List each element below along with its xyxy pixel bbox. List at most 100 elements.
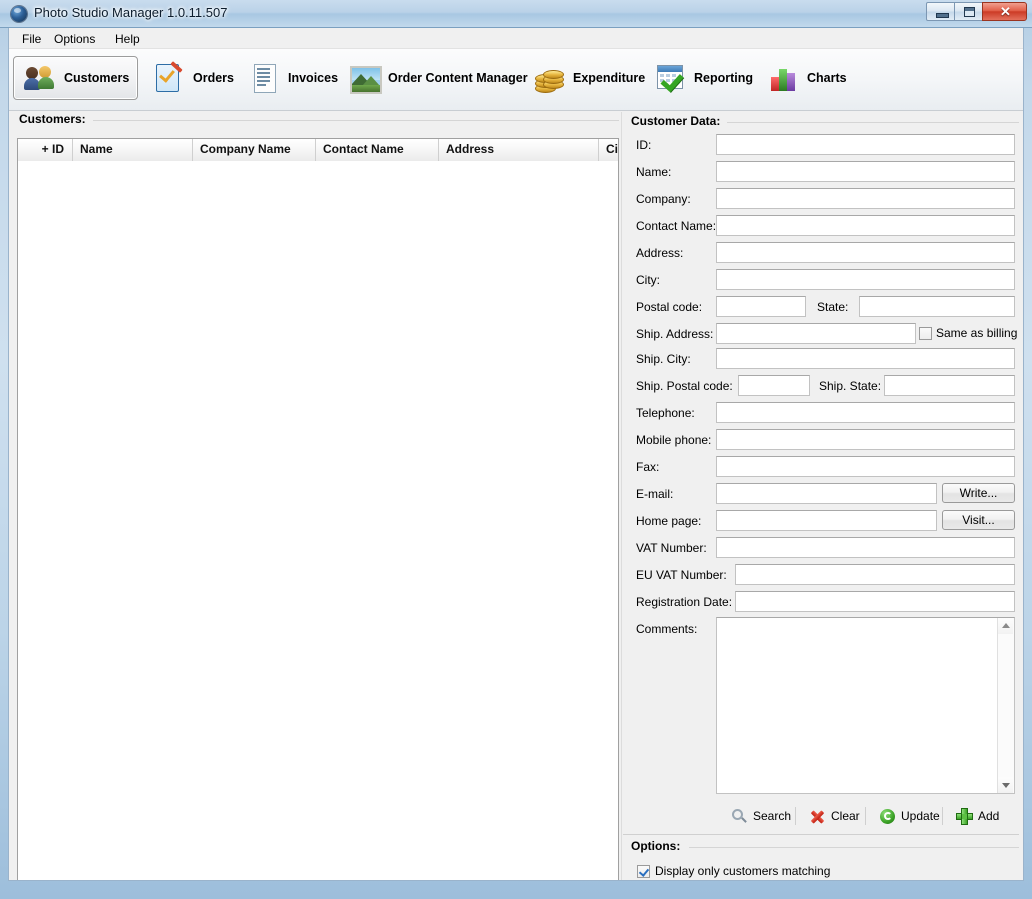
toolbar-button-expenditure[interactable]: Expenditure <box>522 56 646 100</box>
grid-caption-divider <box>93 120 619 121</box>
minimize-icon <box>936 13 949 18</box>
customer-action-bar: Search Clear Update Add <box>713 804 1019 830</box>
input-mobile-phone[interactable] <box>716 429 1015 450</box>
scroll-up-arrow-icon[interactable] <box>998 618 1013 634</box>
camera-lens-icon <box>11 6 27 22</box>
input-vat-number[interactable] <box>716 537 1015 558</box>
input-contact-name[interactable] <box>716 215 1015 236</box>
input-home-page[interactable] <box>716 510 937 531</box>
main-toolbar: Customers Orders Invoices Order Content … <box>9 49 1023 111</box>
green-refresh-icon <box>879 808 896 825</box>
label-company: Company: <box>636 192 691 206</box>
toolbar-label-expenditure: Expenditure <box>573 71 646 85</box>
label-registration-date: Registration Date: <box>636 595 733 609</box>
scroll-down-arrow-icon[interactable] <box>998 777 1013 793</box>
input-fax[interactable] <box>716 456 1015 477</box>
update-button[interactable]: Update <box>875 804 944 828</box>
maximize-icon <box>964 7 975 17</box>
action-separator-1 <box>795 807 796 825</box>
client-area: File Options Help Customers Orders Invoi… <box>8 28 1024 881</box>
input-city[interactable] <box>716 269 1015 290</box>
minimize-button[interactable] <box>926 2 955 21</box>
label-city: City: <box>636 273 660 287</box>
clipboard-check-pen-icon <box>153 61 185 94</box>
input-address[interactable] <box>716 242 1015 263</box>
add-button[interactable]: Add <box>952 804 1003 828</box>
input-telephone[interactable] <box>716 402 1015 423</box>
column-header-id[interactable]: + ID <box>18 139 73 161</box>
toolbar-button-order-content-manager[interactable]: Order Content Manager <box>337 56 528 100</box>
input-ship-state[interactable] <box>884 375 1015 396</box>
menu-item-file[interactable]: File <box>17 31 46 47</box>
customer-data-caption: Customer Data: <box>631 114 721 128</box>
label-ship-state: Ship. State: <box>819 379 882 393</box>
toolbar-label-invoices: Invoices <box>288 71 339 85</box>
action-separator-3 <box>942 807 943 825</box>
bar-chart-icon <box>767 62 799 94</box>
search-button[interactable]: Search <box>727 804 795 828</box>
menu-item-help[interactable]: Help <box>110 31 145 47</box>
customers-table[interactable]: + ID Name Company Name Contact Name Addr… <box>17 138 619 880</box>
input-id[interactable] <box>716 134 1015 155</box>
customers-table-body[interactable] <box>18 161 618 880</box>
application-window: Photo Studio Manager 1.0.11.507 ✕ File O… <box>0 0 1032 899</box>
action-separator-2 <box>865 807 866 825</box>
label-eu-vat-number: EU VAT Number: <box>636 568 727 582</box>
column-header-company-name[interactable]: Company Name <box>193 139 316 161</box>
input-registration-date[interactable] <box>735 591 1015 612</box>
customers-grid-panel: Customers: + ID Name Company Name Contac… <box>13 112 619 880</box>
input-company[interactable] <box>716 188 1015 209</box>
write-email-button[interactable]: Write... <box>942 483 1015 503</box>
column-header-address[interactable]: Address <box>439 139 599 161</box>
checkbox-display-only-matching[interactable] <box>637 865 650 878</box>
label-home-page: Home page: <box>636 514 702 528</box>
toolbar-button-invoices[interactable]: Invoices <box>237 56 339 100</box>
toolbar-button-orders[interactable]: Orders <box>142 56 234 100</box>
maximize-button[interactable] <box>954 2 983 21</box>
label-state: State: <box>817 300 849 314</box>
comments-vertical-scrollbar[interactable] <box>997 618 1014 793</box>
input-eu-vat-number[interactable] <box>735 564 1015 585</box>
toolbar-label-order-content-manager: Order Content Manager <box>388 71 528 85</box>
label-fax: Fax: <box>636 460 660 474</box>
label-vat-number: VAT Number: <box>636 541 707 555</box>
input-name[interactable] <box>716 161 1015 182</box>
label-ship-city: Ship. City: <box>636 352 691 366</box>
label-display-only-matching: Display only customers matching <box>655 864 831 878</box>
comments-container <box>716 617 1015 794</box>
title-bar: Photo Studio Manager 1.0.11.507 ✕ <box>0 0 1032 28</box>
green-plus-icon <box>956 807 973 825</box>
toolbar-label-customers: Customers <box>64 71 130 85</box>
add-button-label: Add <box>978 809 1000 823</box>
checkbox-same-as-billing[interactable] <box>919 327 932 340</box>
label-email: E-mail: <box>636 487 674 501</box>
options-section-divider <box>623 834 1019 835</box>
input-state[interactable] <box>859 296 1015 317</box>
options-caption: Options: <box>631 839 681 853</box>
input-ship-city[interactable] <box>716 348 1015 369</box>
document-lines-icon <box>248 62 280 94</box>
update-button-label: Update <box>901 809 940 823</box>
input-email[interactable] <box>716 483 937 504</box>
visit-home-page-button[interactable]: Visit... <box>942 510 1015 530</box>
input-comments[interactable] <box>717 618 998 793</box>
column-header-city[interactable]: Cit <box>599 139 618 161</box>
label-address: Address: <box>636 246 684 260</box>
close-icon: ✕ <box>1000 4 1011 19</box>
window-title: Photo Studio Manager 1.0.11.507 <box>34 5 228 20</box>
label-ship-postal-code: Ship. Postal code: <box>636 379 733 393</box>
label-postal-code: Postal code: <box>636 300 703 314</box>
customer-data-caption-divider <box>727 122 1019 123</box>
clear-button[interactable]: Clear <box>805 804 864 828</box>
column-header-name[interactable]: Name <box>73 139 193 161</box>
toolbar-button-customers[interactable]: Customers <box>13 56 138 100</box>
toolbar-button-reporting[interactable]: Reporting <box>643 56 753 100</box>
menu-item-options[interactable]: Options <box>49 31 100 47</box>
input-ship-address[interactable] <box>716 323 916 344</box>
input-ship-postal-code[interactable] <box>738 375 810 396</box>
close-button[interactable]: ✕ <box>982 2 1027 21</box>
gold-coins-icon <box>533 62 565 94</box>
toolbar-button-charts[interactable]: Charts <box>756 56 847 100</box>
input-postal-code[interactable] <box>716 296 806 317</box>
column-header-contact-name[interactable]: Contact Name <box>316 139 439 161</box>
